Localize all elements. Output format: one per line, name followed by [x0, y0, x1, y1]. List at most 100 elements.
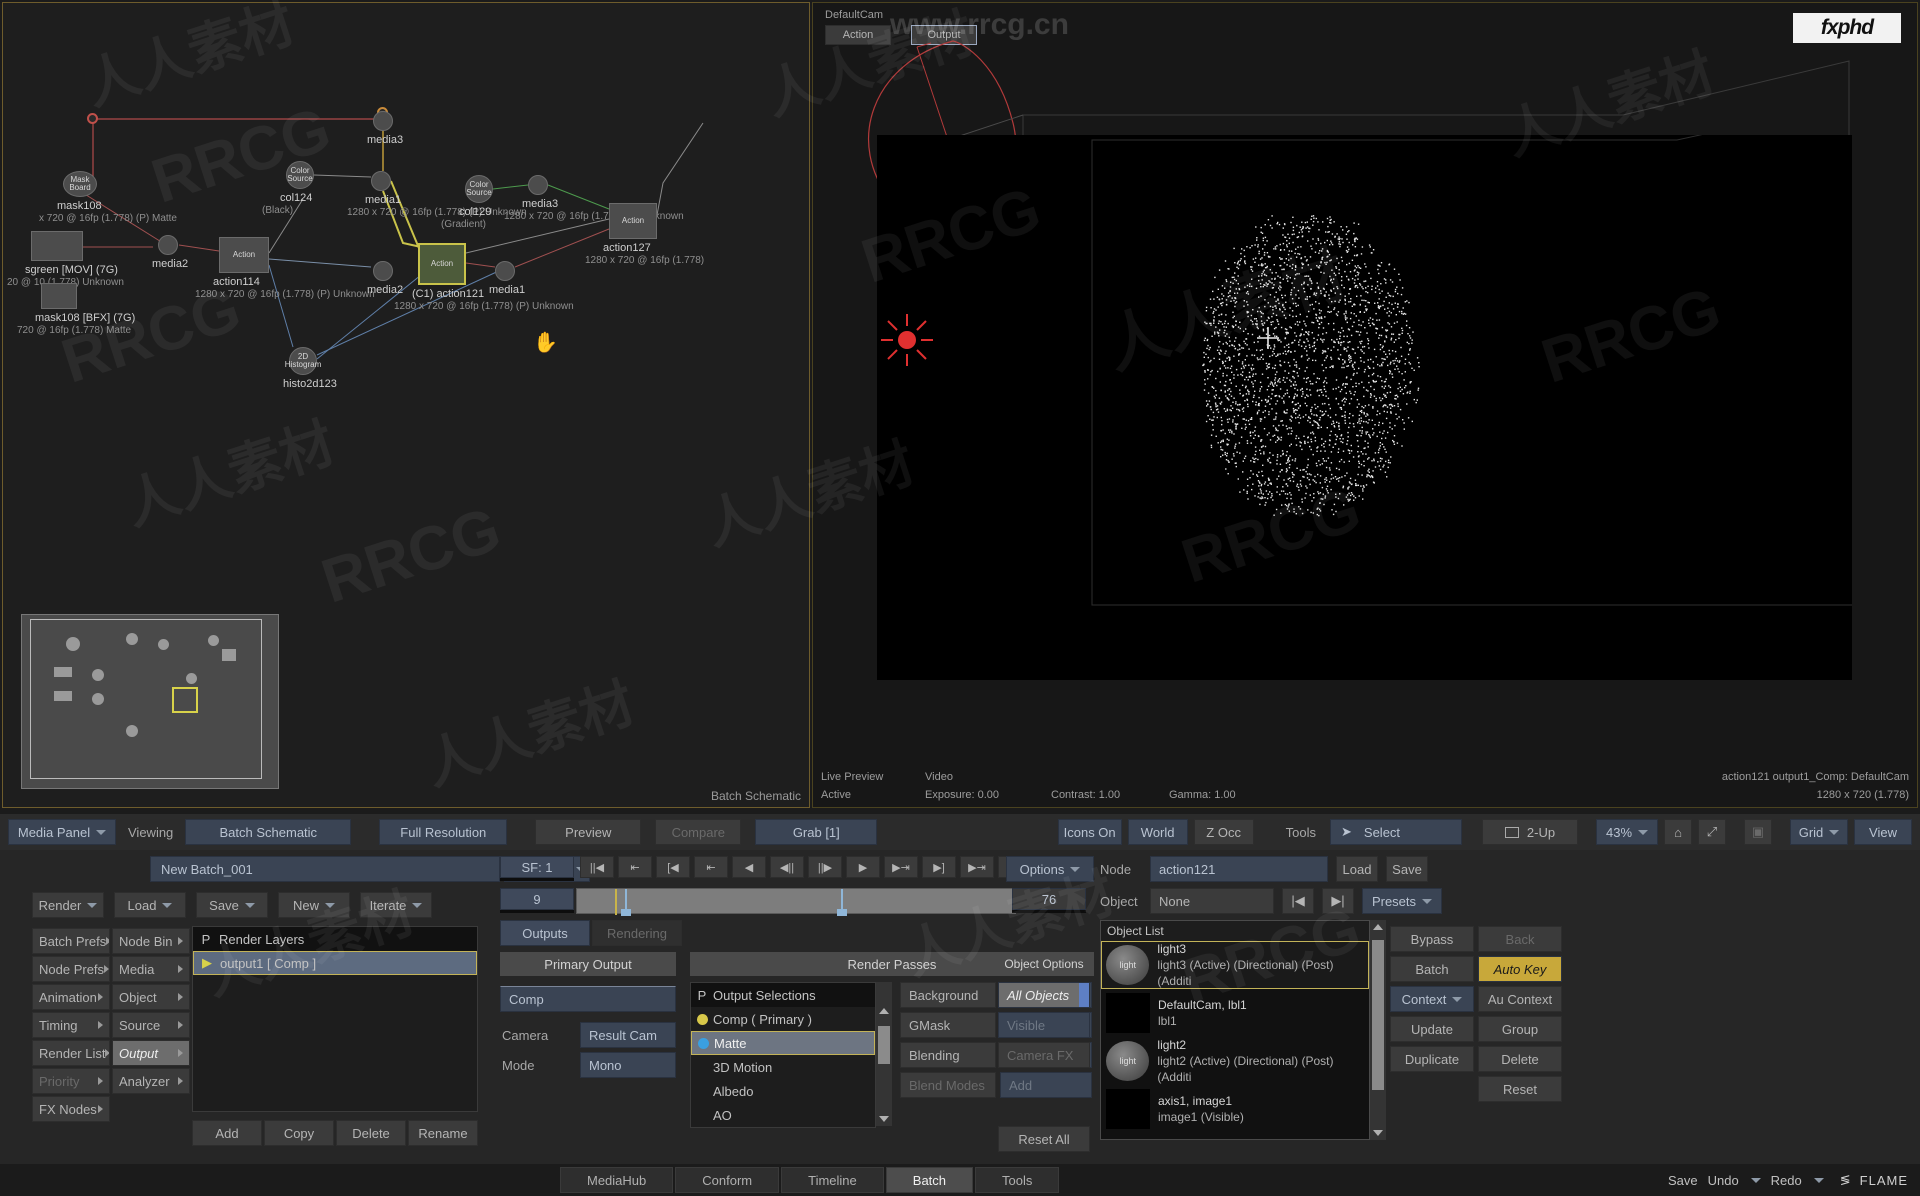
sidebar-item-batch-prefs[interactable]: Batch Prefs: [32, 928, 110, 954]
batch-menu-iterate[interactable]: Iterate: [360, 892, 432, 918]
output-selection-row[interactable]: AO: [691, 1103, 875, 1127]
auto-key-button[interactable]: Auto Key: [1478, 956, 1562, 982]
sidebar-item-output[interactable]: Output: [112, 1040, 190, 1066]
redo-button[interactable]: Redo: [1771, 1173, 1824, 1188]
batch-button[interactable]: Batch: [1390, 956, 1474, 982]
sidebar-item-source[interactable]: Source: [112, 1012, 190, 1038]
schematic-node[interactable]: [495, 261, 515, 281]
fit-icon[interactable]: ⤢: [1698, 819, 1726, 845]
transport-button-2[interactable]: [◀: [656, 856, 690, 878]
end-frame-field[interactable]: 76: [1012, 888, 1086, 910]
sidebar-item-timing[interactable]: Timing: [32, 1012, 110, 1038]
object-next-icon[interactable]: ▶|: [1322, 888, 1354, 914]
camera-value-button[interactable]: Result Cam: [580, 1022, 676, 1048]
object-list-item[interactable]: light light3 light3 (Active) (Directiona…: [1101, 941, 1369, 989]
batch-schematic-panel[interactable]: Mask Board mask108 x 720 @ 16fp (1.778) (P…: [2, 2, 810, 808]
transport-button-4[interactable]: ◀: [732, 856, 766, 878]
output-selection-row[interactable]: Comp ( Primary ): [691, 1007, 875, 1031]
batch-menu-render[interactable]: Render: [32, 892, 104, 918]
timeline-marker-end-handle[interactable]: [837, 909, 847, 916]
output-selection-row[interactable]: 3D Motion: [691, 1055, 875, 1079]
scroll-down-icon[interactable]: [879, 1116, 889, 1122]
au-context-button[interactable]: Au Context: [1478, 986, 1562, 1012]
object-scroll-down-icon[interactable]: [1373, 1130, 1383, 1136]
schematic-node[interactable]: 2D Histogram: [289, 347, 317, 375]
transport-button-9[interactable]: ▶]: [922, 856, 956, 878]
output-selections-scrollbar[interactable]: [876, 982, 892, 1126]
object-list-scrollbar[interactable]: [1370, 920, 1386, 1140]
grab-button[interactable]: Grab [1]: [755, 819, 877, 845]
current-frame-field[interactable]: 9: [500, 888, 574, 910]
schematic-node[interactable]: Mask Board: [63, 171, 97, 197]
timeline-playhead-handle[interactable]: [621, 909, 631, 916]
duplicate-button[interactable]: Duplicate: [1390, 1046, 1474, 1072]
schematic-node[interactable]: [158, 235, 178, 255]
mode-value-button[interactable]: Mono: [580, 1052, 676, 1078]
transport-button-8[interactable]: ▶⇥: [884, 856, 918, 878]
render-layer-row[interactable]: ▶ output1 [ Comp ]: [193, 951, 477, 975]
output-selection-row[interactable]: Albedo: [691, 1079, 875, 1103]
icons-on-button[interactable]: Icons On: [1058, 819, 1122, 845]
visible-button[interactable]: Visible: [998, 1012, 1090, 1038]
transport-button-1[interactable]: ⇤: [618, 856, 652, 878]
undo-button[interactable]: Undo: [1708, 1173, 1761, 1188]
delete-button[interactable]: Delete: [1478, 1046, 1562, 1072]
schematic-minimap[interactable]: [21, 614, 279, 789]
object-prev-icon[interactable]: |◀: [1282, 888, 1314, 914]
tab-rendering[interactable]: Rendering: [592, 920, 682, 946]
schematic-node[interactable]: [373, 261, 393, 281]
viewer-panel[interactable]: DefaultCam Action Output Live Preview Vi…: [812, 2, 1918, 808]
transport-button-0[interactable]: ||◀: [580, 856, 614, 878]
transport-button-6[interactable]: ||▶: [808, 856, 842, 878]
minimap-viewport[interactable]: [172, 687, 198, 713]
app-tab-tools[interactable]: Tools: [975, 1167, 1059, 1193]
schematic-node[interactable]: [528, 175, 548, 195]
object-list-item[interactable]: DefaultCam, lbl1 lbl1: [1101, 989, 1369, 1037]
reset-button[interactable]: Reset: [1478, 1076, 1562, 1102]
object-list-item[interactable]: axis1, image1 image1 (Visible): [1101, 1085, 1369, 1133]
scroll-up-icon[interactable]: [879, 1008, 889, 1014]
schematic-node[interactable]: Color Source: [465, 175, 493, 203]
batch-menu-save[interactable]: Save: [196, 892, 268, 918]
primary-output-name[interactable]: Comp: [500, 986, 676, 1012]
all-objects-button[interactable]: All Objects: [998, 982, 1090, 1008]
node-load-button[interactable]: Load: [1336, 856, 1378, 882]
object-value-field[interactable]: None: [1150, 888, 1274, 914]
full-resolution-button[interactable]: Full Resolution: [379, 819, 507, 845]
reset-all-button[interactable]: Reset All: [998, 1126, 1090, 1152]
preview-button[interactable]: Preview: [535, 819, 641, 845]
tab-outputs[interactable]: Outputs: [500, 920, 590, 946]
presets-menu[interactable]: Presets: [1362, 888, 1442, 914]
options-menu[interactable]: Options: [1006, 856, 1094, 882]
transport-button-5[interactable]: ◀||: [770, 856, 804, 878]
schematic-node[interactable]: Color Source: [286, 161, 314, 189]
sidebar-item-object[interactable]: Object: [112, 984, 190, 1010]
object-scroll-thumb[interactable]: [1372, 940, 1384, 1090]
grid-menu[interactable]: Grid: [1790, 819, 1848, 845]
sidebar-item-analyzer[interactable]: Analyzer: [112, 1068, 190, 1094]
two-up-button[interactable]: 2-Up: [1482, 819, 1578, 845]
sidebar-item-node-prefs[interactable]: Node Prefs: [32, 956, 110, 982]
schematic-node[interactable]: [31, 231, 83, 261]
view-menu[interactable]: View: [1854, 819, 1912, 845]
sidebar-item-priority[interactable]: Priority: [32, 1068, 110, 1094]
bypass-button[interactable]: Bypass: [1390, 926, 1474, 952]
batch-menu-new[interactable]: New: [278, 892, 350, 918]
object-scroll-up-icon[interactable]: [1373, 924, 1383, 930]
schematic-node[interactable]: Action: [418, 243, 466, 285]
schematic-node[interactable]: Action: [219, 237, 269, 273]
media-panel-menu[interactable]: Media Panel: [8, 819, 116, 845]
batch-name-field[interactable]: New Batch_001: [150, 856, 500, 882]
node-save-button[interactable]: Save: [1386, 856, 1428, 882]
schematic-node[interactable]: [41, 283, 77, 309]
schematic-node[interactable]: Action: [609, 203, 657, 239]
add-button[interactable]: Add: [192, 1120, 262, 1146]
sidebar-item-media[interactable]: Media: [112, 956, 190, 982]
schematic-node[interactable]: [373, 111, 393, 131]
timeline-track[interactable]: [576, 888, 1016, 914]
app-tab-mediahub[interactable]: MediaHub: [560, 1167, 673, 1193]
save-button[interactable]: Save: [1668, 1173, 1698, 1188]
sidebar-item-node-bin[interactable]: Node Bin: [112, 928, 190, 954]
start-frame-field[interactable]: SF: 1: [500, 856, 574, 878]
view-extra-icon[interactable]: ▣: [1744, 819, 1772, 845]
